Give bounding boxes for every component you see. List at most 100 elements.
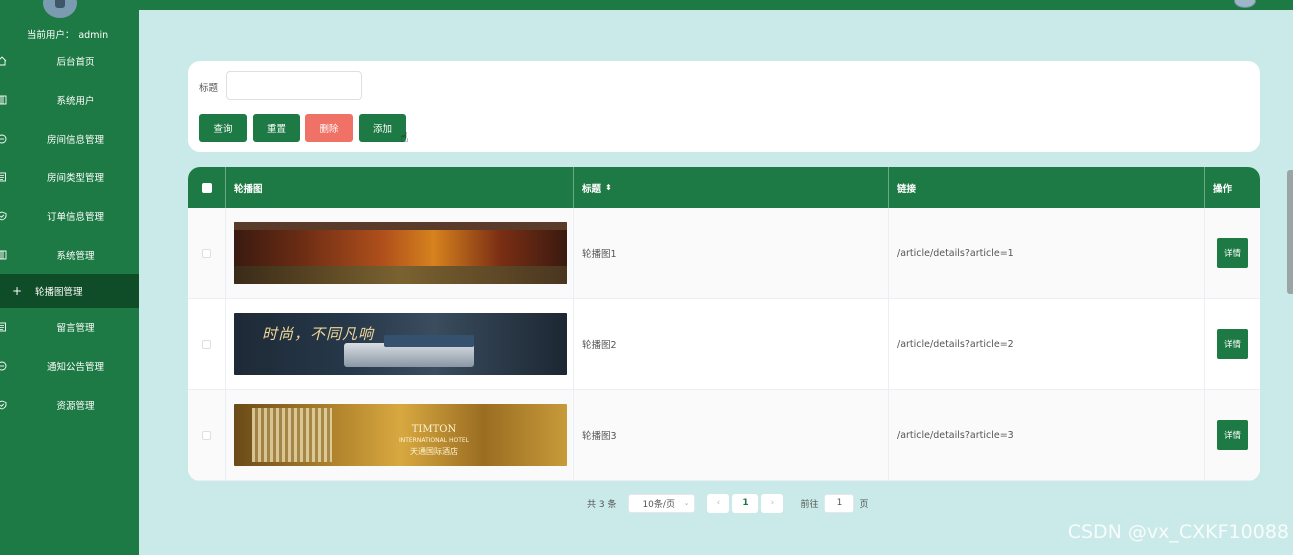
row-checkbox[interactable]	[202, 430, 211, 440]
page-size-value: 10条/页	[642, 499, 675, 510]
sort-icon[interactable]: ⬍	[605, 183, 612, 192]
column-header-title-label: 标题	[582, 183, 602, 195]
filter-panel: 标题 查询 重置 删除 添加	[188, 61, 1260, 152]
document-icon	[0, 171, 8, 183]
sidebar-item-label: 订单信息管理	[46, 212, 104, 224]
sidebar-item-label: 房间信息管理	[46, 134, 104, 146]
sidebar-item-system-management[interactable]: 系统管理	[0, 235, 139, 274]
title-cell: 轮播图1	[574, 208, 889, 298]
action-cell: 详情	[1205, 208, 1260, 298]
sidebar-item-resources[interactable]: 资源管理	[0, 386, 139, 425]
next-page-button[interactable]: ›	[761, 493, 784, 513]
page-suffix: 页	[859, 499, 869, 510]
row-checkbox[interactable]	[202, 248, 211, 258]
column-header-action: 操作	[1213, 183, 1233, 195]
current-user-label: 当前用户：	[26, 30, 75, 41]
sidebar-item-label: 资源管理	[56, 400, 95, 412]
goto-page-input[interactable]: 1	[824, 493, 855, 513]
header-avatar[interactable]	[1234, 0, 1256, 8]
sidebar-item-home[interactable]: 后台首页	[0, 42, 139, 81]
columns-icon	[0, 249, 8, 261]
details-button[interactable]: 详情	[1217, 329, 1248, 359]
banner-slogan: 时尚，不同凡响	[262, 325, 375, 343]
carousel-table: 轮播图 标题 ⬍ 链接 操作 轮播图1 /article/details?arti…	[188, 167, 1260, 481]
chevron-down-icon: ⌄	[683, 499, 690, 507]
goto-label: 前往	[800, 499, 819, 510]
user-avatar[interactable]	[43, 0, 77, 18]
sidebar-item-messages[interactable]: 留言管理	[0, 308, 139, 347]
shield-check-icon	[0, 399, 8, 411]
image-cell: TIMTON INTERNATIONAL HOTEL 天通国际酒店	[226, 390, 574, 480]
document-icon	[0, 321, 8, 333]
delete-button[interactable]: 删除	[305, 114, 353, 142]
pointer-cursor-icon: ☝	[400, 130, 409, 146]
image-cell: 时尚，不同凡响	[226, 299, 574, 389]
watermark: CSDN @vx_CXKF10088	[1067, 521, 1289, 543]
action-cell: 详情	[1205, 390, 1260, 480]
shield-check-icon	[0, 210, 8, 222]
row-select-cell	[188, 299, 226, 389]
title-filter-label: 标题	[199, 83, 219, 94]
sidebar-item-label: 后台首页	[56, 57, 95, 69]
table-row: 轮播图1 /article/details?article=1 详情	[188, 208, 1260, 299]
details-button[interactable]: 详情	[1217, 238, 1248, 268]
chevron-left-icon: ‹	[716, 498, 721, 508]
table-row: TIMTON INTERNATIONAL HOTEL 天通国际酒店 轮播图3 /ar…	[188, 390, 1260, 481]
table-header: 轮播图 标题 ⬍ 链接 操作	[188, 167, 1260, 208]
column-header-title[interactable]: 标题 ⬍	[574, 167, 889, 208]
current-user: 当前用户： admin	[0, 27, 139, 41]
sidebar-item-label: 房间类型管理	[46, 173, 104, 185]
page-number-current[interactable]: 1	[732, 493, 759, 513]
column-header-link: 链接	[889, 167, 1205, 208]
link-cell: /article/details?article=2	[889, 299, 1205, 389]
sidebar: 当前用户： admin 后台首页 系统用户 房间信息管理 房间类型管理 订单信息管…	[0, 0, 139, 555]
sidebar-menu: 后台首页 系统用户 房间信息管理 房间类型管理 订单信息管理 系统管理 + 轮播…	[0, 42, 139, 424]
scrollbar[interactable]	[1287, 170, 1293, 294]
search-button[interactable]: 查询	[199, 114, 247, 142]
current-username: admin	[78, 30, 109, 41]
page-size-select[interactable]: 10条/页 ⌄	[628, 493, 696, 513]
sidebar-item-label: 系统管理	[56, 250, 95, 262]
column-header-image: 轮播图	[226, 167, 574, 208]
add-button[interactable]: 添加	[359, 114, 406, 142]
link-cell: /article/details?article=3	[889, 390, 1205, 480]
sidebar-item-room-info[interactable]: 房间信息管理	[0, 119, 139, 158]
link-cell: /article/details?article=1	[889, 208, 1205, 298]
sidebar-item-announcements[interactable]: 通知公告管理	[0, 347, 139, 386]
pagination: 共 3 条 10条/页 ⌄ ‹ 1 › 前往 1 页	[587, 493, 868, 513]
columns-icon	[0, 94, 8, 106]
plus-icon: +	[12, 284, 23, 299]
chat-icon	[0, 360, 8, 372]
select-all-cell	[188, 167, 226, 208]
image-cell	[226, 208, 574, 298]
sidebar-item-system-users[interactable]: 系统用户	[0, 81, 139, 120]
top-bar	[139, 0, 1293, 10]
sidebar-item-label: 留言管理	[56, 323, 95, 335]
home-icon	[0, 55, 8, 67]
sidebar-item-label: 通知公告管理	[46, 362, 104, 374]
chat-icon	[0, 133, 8, 145]
banner-chinese-name: 天通国际酒店	[410, 447, 458, 456]
sidebar-item-room-type[interactable]: 房间类型管理	[0, 158, 139, 197]
title-filter-input[interactable]	[226, 71, 362, 100]
title-cell: 轮播图2	[574, 299, 889, 389]
carousel-image	[234, 222, 567, 284]
banner-subtitle: INTERNATIONAL HOTEL	[398, 437, 470, 444]
total-count: 共 3 条	[587, 499, 617, 510]
details-button[interactable]: 详情	[1217, 420, 1248, 450]
carousel-image: 时尚，不同凡响	[234, 313, 567, 375]
carousel-image: TIMTON INTERNATIONAL HOTEL 天通国际酒店	[234, 404, 567, 466]
title-cell: 轮播图3	[574, 390, 889, 480]
row-checkbox[interactable]	[202, 339, 211, 349]
sidebar-item-orders[interactable]: 订单信息管理	[0, 197, 139, 236]
sidebar-item-carousel[interactable]: + 轮播图管理	[0, 274, 139, 309]
select-all-checkbox[interactable]	[201, 182, 212, 193]
prev-page-button[interactable]: ‹	[707, 493, 730, 513]
row-select-cell	[188, 390, 226, 480]
chevron-right-icon: ›	[770, 498, 775, 508]
sidebar-item-label: 系统用户	[56, 96, 95, 108]
reset-button[interactable]: 重置	[253, 114, 300, 142]
banner-brand: TIMTON	[411, 424, 457, 435]
table-row: 时尚，不同凡响 轮播图2 /article/details?article=2 …	[188, 299, 1260, 390]
row-select-cell	[188, 208, 226, 298]
